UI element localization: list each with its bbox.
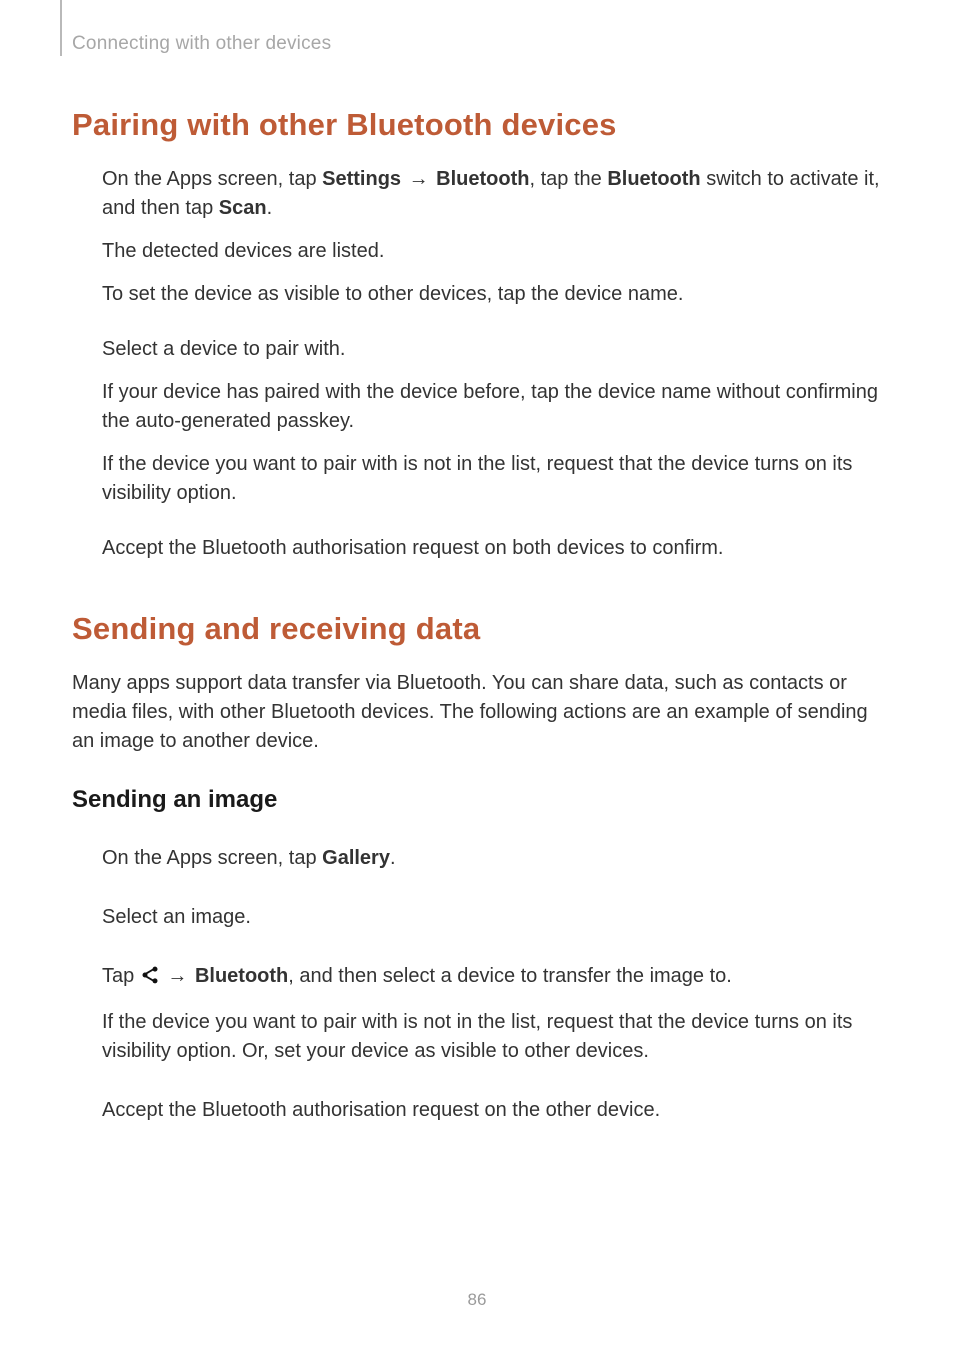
step-text: If the device you want to pair with is n…: [102, 450, 882, 508]
text: .: [267, 197, 273, 219]
text: On the Apps screen, tap: [102, 847, 322, 869]
bold-text: Bluetooth: [436, 168, 529, 190]
bold-text: Bluetooth: [607, 168, 700, 190]
step-text: If the device you want to pair with is n…: [102, 1008, 882, 1066]
bold-text: Settings: [322, 168, 401, 190]
step-text: If your device has paired with the devic…: [102, 378, 882, 436]
step-text: On the Apps screen, tap Gallery.: [102, 844, 882, 873]
arrow-icon: →: [401, 168, 436, 190]
bold-text: Bluetooth: [195, 965, 288, 987]
step-text: To set the device as visible to other de…: [102, 280, 882, 309]
bold-text: Scan: [219, 197, 267, 219]
arrow-icon: →: [160, 965, 195, 987]
step-text: Accept the Bluetooth authorisation reque…: [102, 534, 882, 563]
step-text: Tap → Bluetooth, and then select a devic…: [102, 962, 882, 994]
step-text: On the Apps screen, tap Settings → Bluet…: [102, 165, 882, 223]
step-text: Select a device to pair with.: [102, 335, 882, 364]
header-rule: [60, 0, 62, 56]
step-text: Accept the Bluetooth authorisation reque…: [102, 1096, 882, 1125]
page-number: 86: [0, 1290, 954, 1310]
step-text: Select an image.: [102, 903, 882, 932]
sending-steps: On the Apps screen, tap Gallery. Select …: [72, 844, 882, 1125]
share-icon: [140, 965, 160, 994]
pairing-steps: On the Apps screen, tap Settings → Bluet…: [72, 165, 882, 563]
text: .: [390, 847, 396, 869]
text: , and then select a device to transfer t…: [288, 965, 732, 987]
breadcrumb: Connecting with other devices: [72, 33, 882, 55]
step-text: The detected devices are listed.: [102, 237, 882, 266]
section-title-sending: Sending and receiving data: [72, 611, 882, 647]
text: On the Apps screen, tap: [102, 168, 322, 190]
text: , tap the: [529, 168, 607, 190]
section-lead: Many apps support data transfer via Blue…: [72, 669, 882, 756]
subsection-title: Sending an image: [72, 786, 882, 814]
page: Connecting with other devices Pairing wi…: [0, 0, 954, 1350]
section-title-pairing: Pairing with other Bluetooth devices: [72, 107, 882, 143]
bold-text: Gallery: [322, 847, 390, 869]
text: Tap: [102, 965, 140, 987]
